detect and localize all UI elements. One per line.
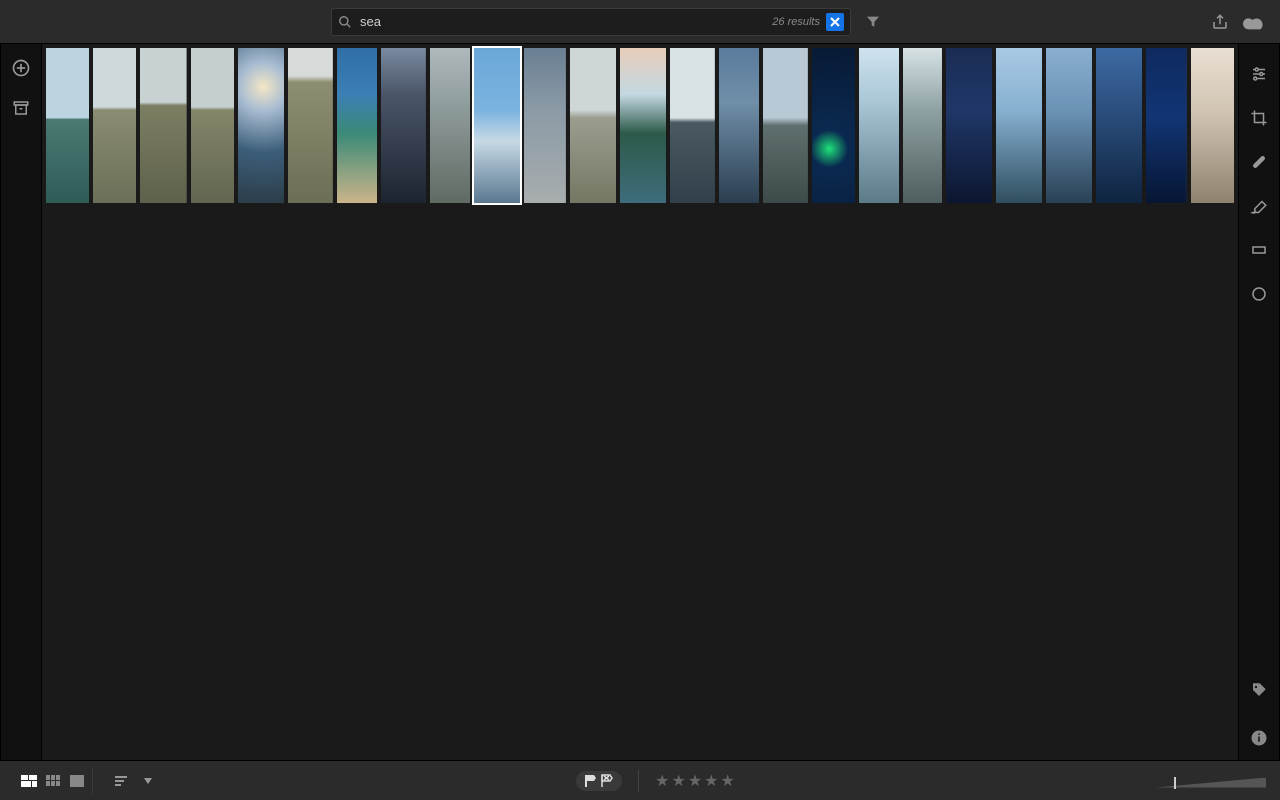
photo-thumbnail[interactable] xyxy=(1191,48,1234,203)
left-rail xyxy=(0,44,42,760)
photo-thumbnail[interactable] xyxy=(524,48,566,203)
radial-gradient-icon[interactable] xyxy=(1247,282,1271,306)
clear-search-button[interactable] xyxy=(826,13,844,31)
edit-sliders-icon[interactable] xyxy=(1247,62,1271,86)
crop-icon[interactable] xyxy=(1247,106,1271,130)
rating-stars[interactable]: ★ ★ ★ ★ ★ xyxy=(655,771,735,791)
filter-icon[interactable] xyxy=(859,8,887,36)
photo-thumbnail[interactable] xyxy=(381,48,426,203)
sort-dropdown-icon[interactable] xyxy=(141,767,155,795)
photo-thumbnail[interactable] xyxy=(238,48,284,203)
flag-pick-icon[interactable] xyxy=(584,774,598,788)
search-field[interactable]: 26 results xyxy=(331,8,851,36)
photo-thumbnail[interactable] xyxy=(812,48,855,203)
photo-thumbnail[interactable] xyxy=(620,48,666,203)
info-icon[interactable] xyxy=(1247,726,1271,750)
linear-gradient-icon[interactable] xyxy=(1247,238,1271,262)
photo-thumbnail[interactable] xyxy=(1046,48,1092,203)
view-squaregrid-button[interactable] xyxy=(42,772,64,790)
topbar: 26 results xyxy=(0,0,1280,44)
right-rail xyxy=(1238,44,1280,760)
photo-thumbnail[interactable] xyxy=(670,48,715,203)
heal-icon[interactable] xyxy=(1247,150,1271,174)
thumbnail-size-slider[interactable] xyxy=(1156,772,1266,790)
view-photogrid-button[interactable] xyxy=(18,772,40,790)
share-icon[interactable] xyxy=(1206,8,1234,36)
photo-thumbnail[interactable] xyxy=(1096,48,1142,203)
tag-icon[interactable] xyxy=(1247,678,1271,702)
sort-button[interactable] xyxy=(109,767,137,795)
flag-reject-icon[interactable] xyxy=(600,774,614,788)
star-3[interactable]: ★ xyxy=(688,771,702,791)
photo-thumbnail[interactable] xyxy=(288,48,333,203)
photo-thumbnail[interactable] xyxy=(474,48,520,203)
photo-thumbnail[interactable] xyxy=(93,48,136,203)
photo-thumbnail[interactable] xyxy=(859,48,899,203)
search-result-count: 26 results xyxy=(772,16,820,28)
flag-toggle-group xyxy=(576,771,622,791)
photo-thumbnail[interactable] xyxy=(763,48,808,203)
photo-thumbnail[interactable] xyxy=(46,48,89,203)
photo-grid xyxy=(46,48,1234,203)
brush-icon[interactable] xyxy=(1247,194,1271,218)
photo-thumbnail[interactable] xyxy=(903,48,942,203)
photo-thumbnail[interactable] xyxy=(430,48,470,203)
cloud-icon[interactable] xyxy=(1240,8,1268,36)
photo-grid-scroll[interactable] xyxy=(42,44,1238,760)
view-detail-button[interactable] xyxy=(66,772,88,790)
photo-thumbnail[interactable] xyxy=(191,48,234,203)
add-photos-icon[interactable] xyxy=(9,56,33,80)
photo-thumbnail[interactable] xyxy=(570,48,616,203)
star-1[interactable]: ★ xyxy=(655,771,669,791)
photo-thumbnail[interactable] xyxy=(140,48,186,203)
photo-thumbnail[interactable] xyxy=(1146,48,1186,203)
view-mode-group xyxy=(14,768,93,794)
search-icon xyxy=(338,15,352,29)
star-2[interactable]: ★ xyxy=(671,771,685,791)
main-area xyxy=(0,44,1280,760)
archive-icon[interactable] xyxy=(9,96,33,120)
search-input[interactable] xyxy=(358,13,766,30)
photo-thumbnail[interactable] xyxy=(719,48,759,203)
star-4[interactable]: ★ xyxy=(704,771,718,791)
photo-thumbnail[interactable] xyxy=(996,48,1042,203)
photo-thumbnail[interactable] xyxy=(337,48,377,203)
photo-thumbnail[interactable] xyxy=(946,48,992,203)
bottombar: ★ ★ ★ ★ ★ xyxy=(0,760,1280,800)
star-5[interactable]: ★ xyxy=(721,771,735,791)
